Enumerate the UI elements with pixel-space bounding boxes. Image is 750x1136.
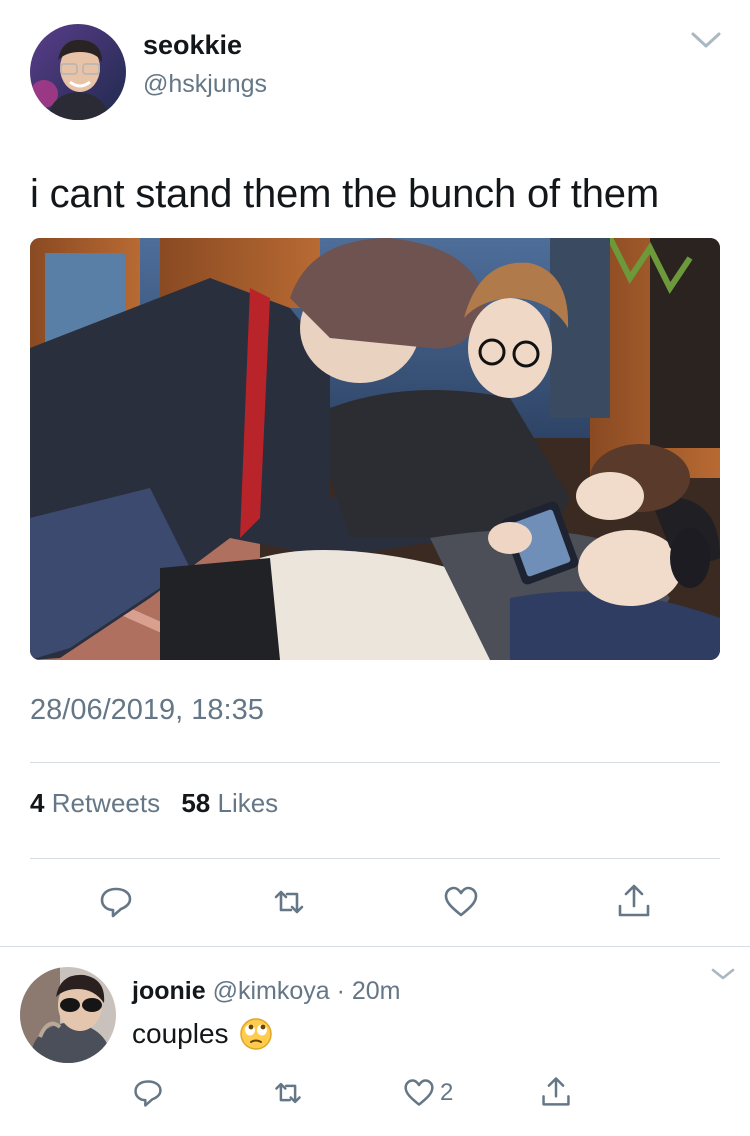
user-avatar[interactable] bbox=[30, 24, 126, 120]
user-handle[interactable]: @hskjungs bbox=[143, 70, 267, 99]
reply-time[interactable]: 20m bbox=[352, 977, 401, 1005]
meta-separator: · bbox=[336, 977, 345, 1005]
tweet-photo[interactable] bbox=[30, 238, 720, 660]
tweet-text: i cant stand them the bunch of them bbox=[30, 172, 659, 216]
retweet-icon[interactable] bbox=[271, 884, 307, 920]
heart-icon[interactable] bbox=[403, 1077, 435, 1109]
reply-avatar[interactable] bbox=[20, 967, 116, 1063]
reply-icon[interactable] bbox=[132, 1077, 164, 1109]
chevron-down-icon[interactable] bbox=[690, 30, 722, 50]
reply-tweet[interactable]: joonie @kimkoya · 20m couples 2 bbox=[0, 947, 750, 1136]
tweet-timestamp: 28/06/2019, 18:35 bbox=[30, 694, 264, 726]
retweets-label: Retweets bbox=[51, 788, 161, 818]
reply-handle[interactable]: @kimkoya bbox=[213, 977, 330, 1005]
reply-icon[interactable] bbox=[98, 884, 134, 920]
avatar-photo bbox=[20, 967, 116, 1063]
chevron-down-icon[interactable] bbox=[710, 967, 736, 981]
engagement-stats: 4 Retweets 58 Likes bbox=[30, 788, 292, 819]
reply-like-count: 2 bbox=[440, 1079, 454, 1106]
main-tweet: seokkie @hskjungs i cant stand them the … bbox=[0, 0, 750, 946]
divider bbox=[30, 858, 720, 859]
divider bbox=[30, 762, 720, 763]
heart-icon[interactable] bbox=[443, 884, 479, 920]
display-name[interactable]: seokkie bbox=[143, 30, 242, 61]
reply-text: couples bbox=[132, 1018, 229, 1049]
share-icon[interactable] bbox=[540, 1075, 572, 1107]
rolling-eyes-emoji-icon bbox=[239, 1017, 273, 1051]
reply-header: joonie @kimkoya · 20m bbox=[132, 977, 401, 1006]
share-icon[interactable] bbox=[616, 882, 652, 918]
likes-stat[interactable]: 58 Likes bbox=[181, 788, 292, 818]
likes-count: 58 bbox=[181, 788, 211, 818]
reply-display-name[interactable]: joonie bbox=[132, 977, 206, 1005]
retweet-icon[interactable] bbox=[272, 1077, 304, 1109]
retweets-stat[interactable]: 4 Retweets bbox=[30, 788, 181, 818]
reply-text-line: couples bbox=[132, 1017, 273, 1051]
avatar-photo bbox=[30, 24, 126, 120]
retweets-count: 4 bbox=[30, 788, 45, 818]
likes-label: Likes bbox=[217, 788, 279, 818]
